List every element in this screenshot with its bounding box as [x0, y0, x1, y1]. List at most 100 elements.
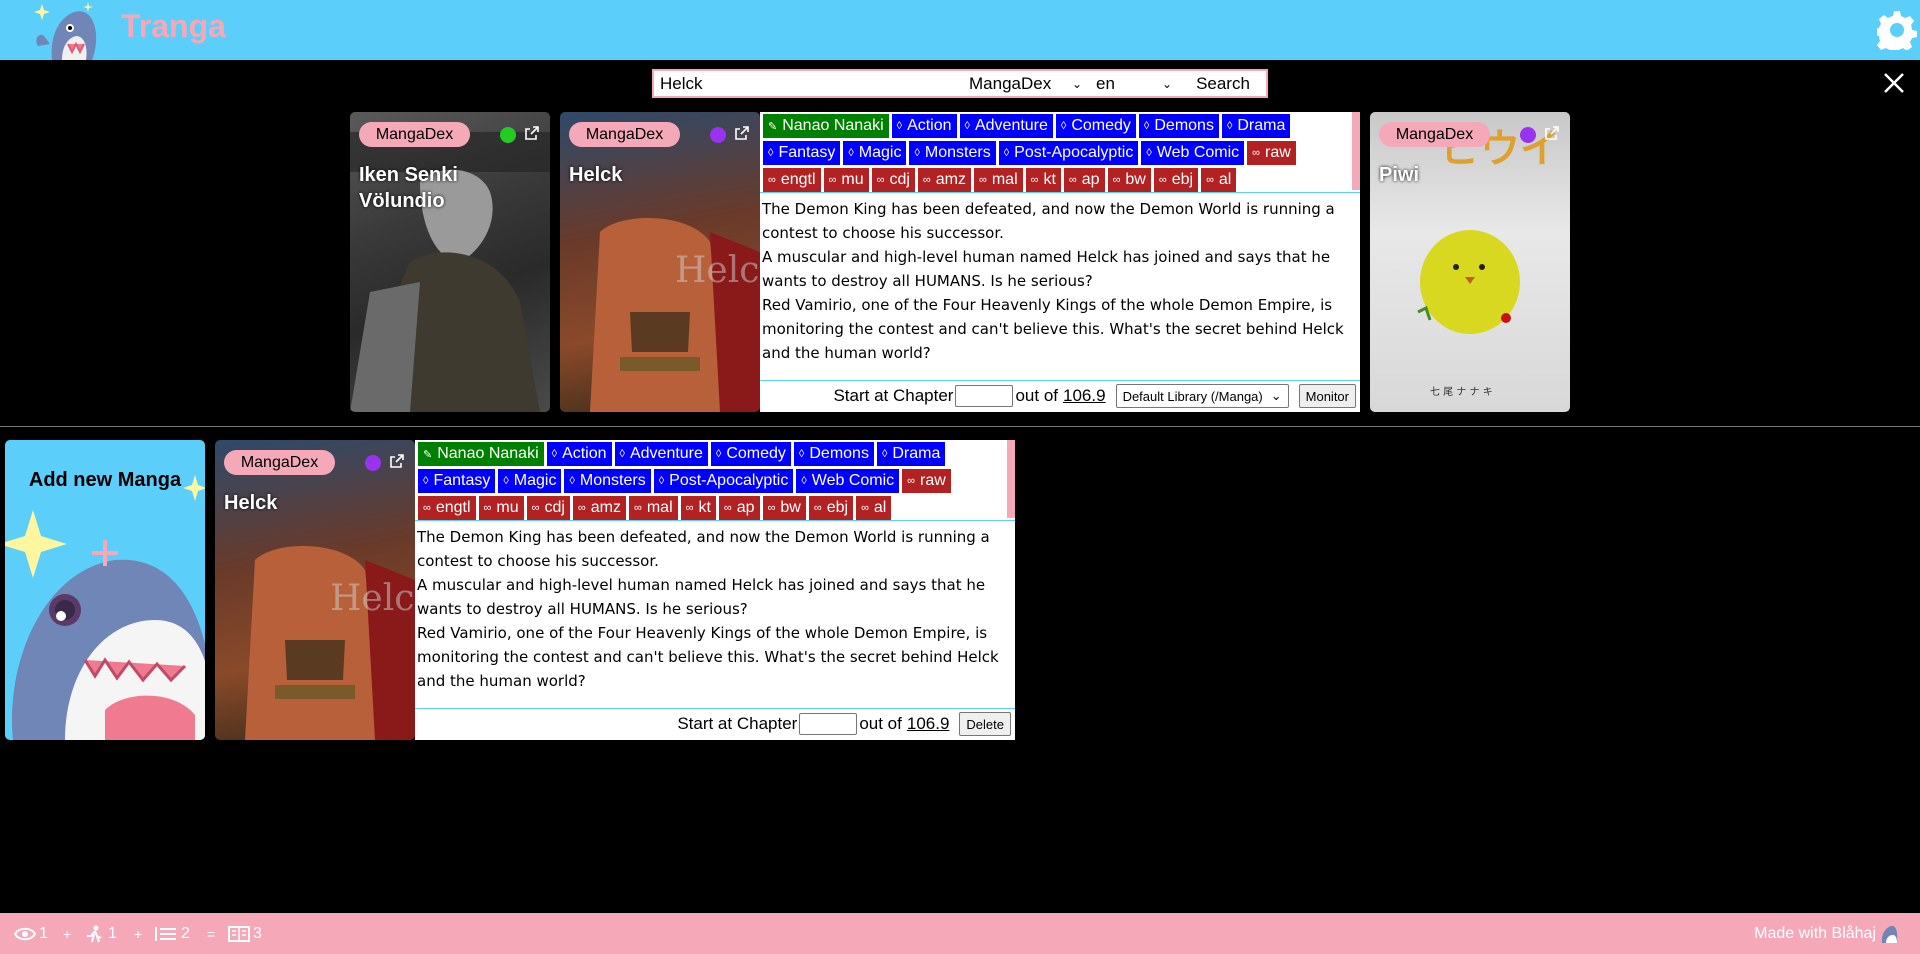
- link-tag[interactable]: ∞ ap: [1063, 168, 1105, 192]
- link-tag[interactable]: ∞ mal: [629, 496, 678, 520]
- tag-icon: ◊: [768, 147, 774, 159]
- search-button[interactable]: Search: [1180, 74, 1266, 94]
- gear-icon[interactable]: [1877, 10, 1917, 50]
- link-tag[interactable]: ∞ bw: [1107, 168, 1151, 192]
- tag-icon: ◊: [1146, 147, 1152, 159]
- link-tag[interactable]: ∞ engtl: [763, 168, 821, 192]
- genre-tag[interactable]: ◊ Monsters: [564, 469, 651, 493]
- total-count[interactable]: 3: [228, 925, 262, 943]
- link-tag[interactable]: ∞ amz: [917, 168, 971, 192]
- library-manga-card[interactable]: Helck MangaDex Helck: [215, 440, 415, 740]
- queued-count[interactable]: 2: [154, 925, 190, 943]
- tag-icon: ◊: [1003, 147, 1010, 159]
- link-tag[interactable]: ∞ cdj: [526, 496, 570, 520]
- external-link-icon[interactable]: [389, 453, 405, 469]
- max-chapter: 106.9: [1063, 386, 1106, 405]
- tag-icon: ◊: [798, 448, 805, 460]
- link-icon: ∞: [1206, 174, 1214, 186]
- book-icon: [228, 926, 250, 942]
- genre-tag[interactable]: ◊ Adventure: [614, 442, 708, 466]
- chevron-down-icon: ⌄: [1161, 76, 1172, 91]
- genre-tag[interactable]: ◊ Adventure: [959, 114, 1053, 138]
- link-tag[interactable]: ∞ raw: [902, 469, 951, 493]
- link-tag[interactable]: ∞ amz: [572, 496, 626, 520]
- monitored-count[interactable]: 1: [14, 925, 48, 943]
- start-chapter-input[interactable]: [799, 713, 858, 735]
- genre-tag[interactable]: ◊ Demons: [793, 442, 874, 466]
- link-tag[interactable]: ∞ mu: [823, 168, 869, 192]
- link-tag[interactable]: ∞ engtl: [418, 496, 476, 520]
- genre-tag[interactable]: ◊ Monsters: [909, 141, 996, 165]
- link-icon: ∞: [685, 502, 694, 514]
- link-tag[interactable]: ∞ bw: [762, 496, 806, 520]
- link-tag[interactable]: ∞ mu: [478, 496, 524, 520]
- external-link-icon[interactable]: [524, 125, 540, 141]
- genre-tag[interactable]: ◊ Drama: [1221, 114, 1291, 138]
- add-new-manga-label: Add new Manga: [28, 469, 182, 491]
- link-tag[interactable]: ∞ al: [856, 496, 892, 520]
- blahaj-logo: [34, 2, 97, 60]
- author-tag[interactable]: ✎ Nanao Nanaki: [418, 442, 544, 466]
- link-icon: ∞: [577, 502, 586, 514]
- start-chapter-input[interactable]: [955, 385, 1014, 407]
- link-icon: ∞: [876, 174, 885, 186]
- author-tag[interactable]: ✎ Nanao Nanaki: [763, 114, 889, 138]
- link-tag[interactable]: ∞ ebj: [808, 496, 854, 520]
- manga-description: The Demon King has been defeated, and no…: [762, 200, 1344, 362]
- delete-button[interactable]: Delete: [959, 712, 1011, 736]
- manga-details-panel: ✎ Nanao Nanaki ◊ Action ◊ Adventure ◊ Comedy…: [760, 112, 1360, 412]
- shark-icon: [1881, 925, 1898, 943]
- genre-tag[interactable]: ◊ Web Comic: [1141, 141, 1245, 165]
- genre-tag[interactable]: ◊ Demons: [1138, 114, 1219, 138]
- genre-tag[interactable]: ◊ Magic: [498, 469, 562, 493]
- search-input[interactable]: [654, 71, 967, 96]
- search-result-card[interactable]: MangaDex Iken Senki Völundio: [350, 112, 550, 412]
- genre-tag[interactable]: ◊ Fantasy: [763, 141, 841, 165]
- divider: [760, 192, 1360, 193]
- tag-icon: ◊: [423, 475, 429, 487]
- tag-icon: ◊: [503, 475, 509, 487]
- monitor-button[interactable]: Monitor: [1298, 384, 1356, 408]
- link-icon: ∞: [767, 502, 776, 514]
- link-tag[interactable]: ∞ kt: [680, 496, 716, 520]
- link-tag[interactable]: ∞ ap: [718, 496, 760, 520]
- add-new-manga-card[interactable]: Add new Manga: [5, 440, 205, 740]
- link-tag[interactable]: ∞ al: [1201, 168, 1237, 192]
- link-tag[interactable]: ∞ mal: [974, 168, 1023, 192]
- search-result-card[interactable]: Helck MangaDex Helck: [560, 112, 760, 412]
- genre-tag[interactable]: ◊ Comedy: [710, 442, 791, 466]
- tag-icon: ◊: [551, 448, 558, 460]
- genre-tag[interactable]: ◊ Web Comic: [796, 469, 900, 493]
- svg-text:Helck: Helck: [330, 578, 415, 619]
- genre-tag[interactable]: ◊ Post-Apocalyptic: [998, 141, 1139, 165]
- library-select[interactable]: Default Library (/Manga) ⌄: [1115, 384, 1289, 408]
- genre-tag[interactable]: ◊ Post-Apocalyptic: [653, 469, 794, 493]
- chevron-down-icon: ⌄: [1071, 76, 1082, 91]
- connector-select[interactable]: MangaDex ⌄: [967, 71, 1090, 96]
- link-icon: ∞: [922, 174, 931, 186]
- genre-tag[interactable]: ◊ Drama: [876, 442, 946, 466]
- language-select[interactable]: en ⌄: [1090, 71, 1180, 96]
- genre-tag[interactable]: ◊ Comedy: [1055, 114, 1136, 138]
- link-tag[interactable]: ∞ ebj: [1153, 168, 1199, 192]
- tags-scrollbar[interactable]: [1007, 440, 1015, 518]
- genre-tag[interactable]: ◊ Action: [891, 114, 957, 138]
- genre-tag[interactable]: ◊ Magic: [843, 141, 907, 165]
- running-count[interactable]: 1: [83, 925, 117, 943]
- search-result-card[interactable]: ピウイ 七 尾 ナ ナ キ MangaDex Piwi: [1370, 112, 1570, 412]
- manga-cover: Helck: [215, 440, 415, 740]
- link-tag[interactable]: ∞ cdj: [871, 168, 915, 192]
- link-tag[interactable]: ∞ kt: [1025, 168, 1061, 192]
- genre-tag[interactable]: ◊ Action: [546, 442, 612, 466]
- link-icon: ∞: [1252, 147, 1260, 159]
- external-link-icon[interactable]: [734, 125, 750, 141]
- close-icon[interactable]: [1882, 71, 1906, 95]
- external-link-icon[interactable]: [1544, 125, 1560, 141]
- start-chapter-group: Start at Chapter out of 106.9: [833, 385, 1106, 407]
- link-icon: ∞: [828, 174, 837, 186]
- link-tag[interactable]: ∞ raw: [1247, 141, 1296, 165]
- manga-cover: Helck: [560, 112, 760, 412]
- genre-tag[interactable]: ◊ Fantasy: [418, 469, 496, 493]
- tags-scrollbar[interactable]: [1352, 112, 1360, 190]
- manga-controls: Start at Chapter out of 106.9 Delete: [677, 710, 1011, 738]
